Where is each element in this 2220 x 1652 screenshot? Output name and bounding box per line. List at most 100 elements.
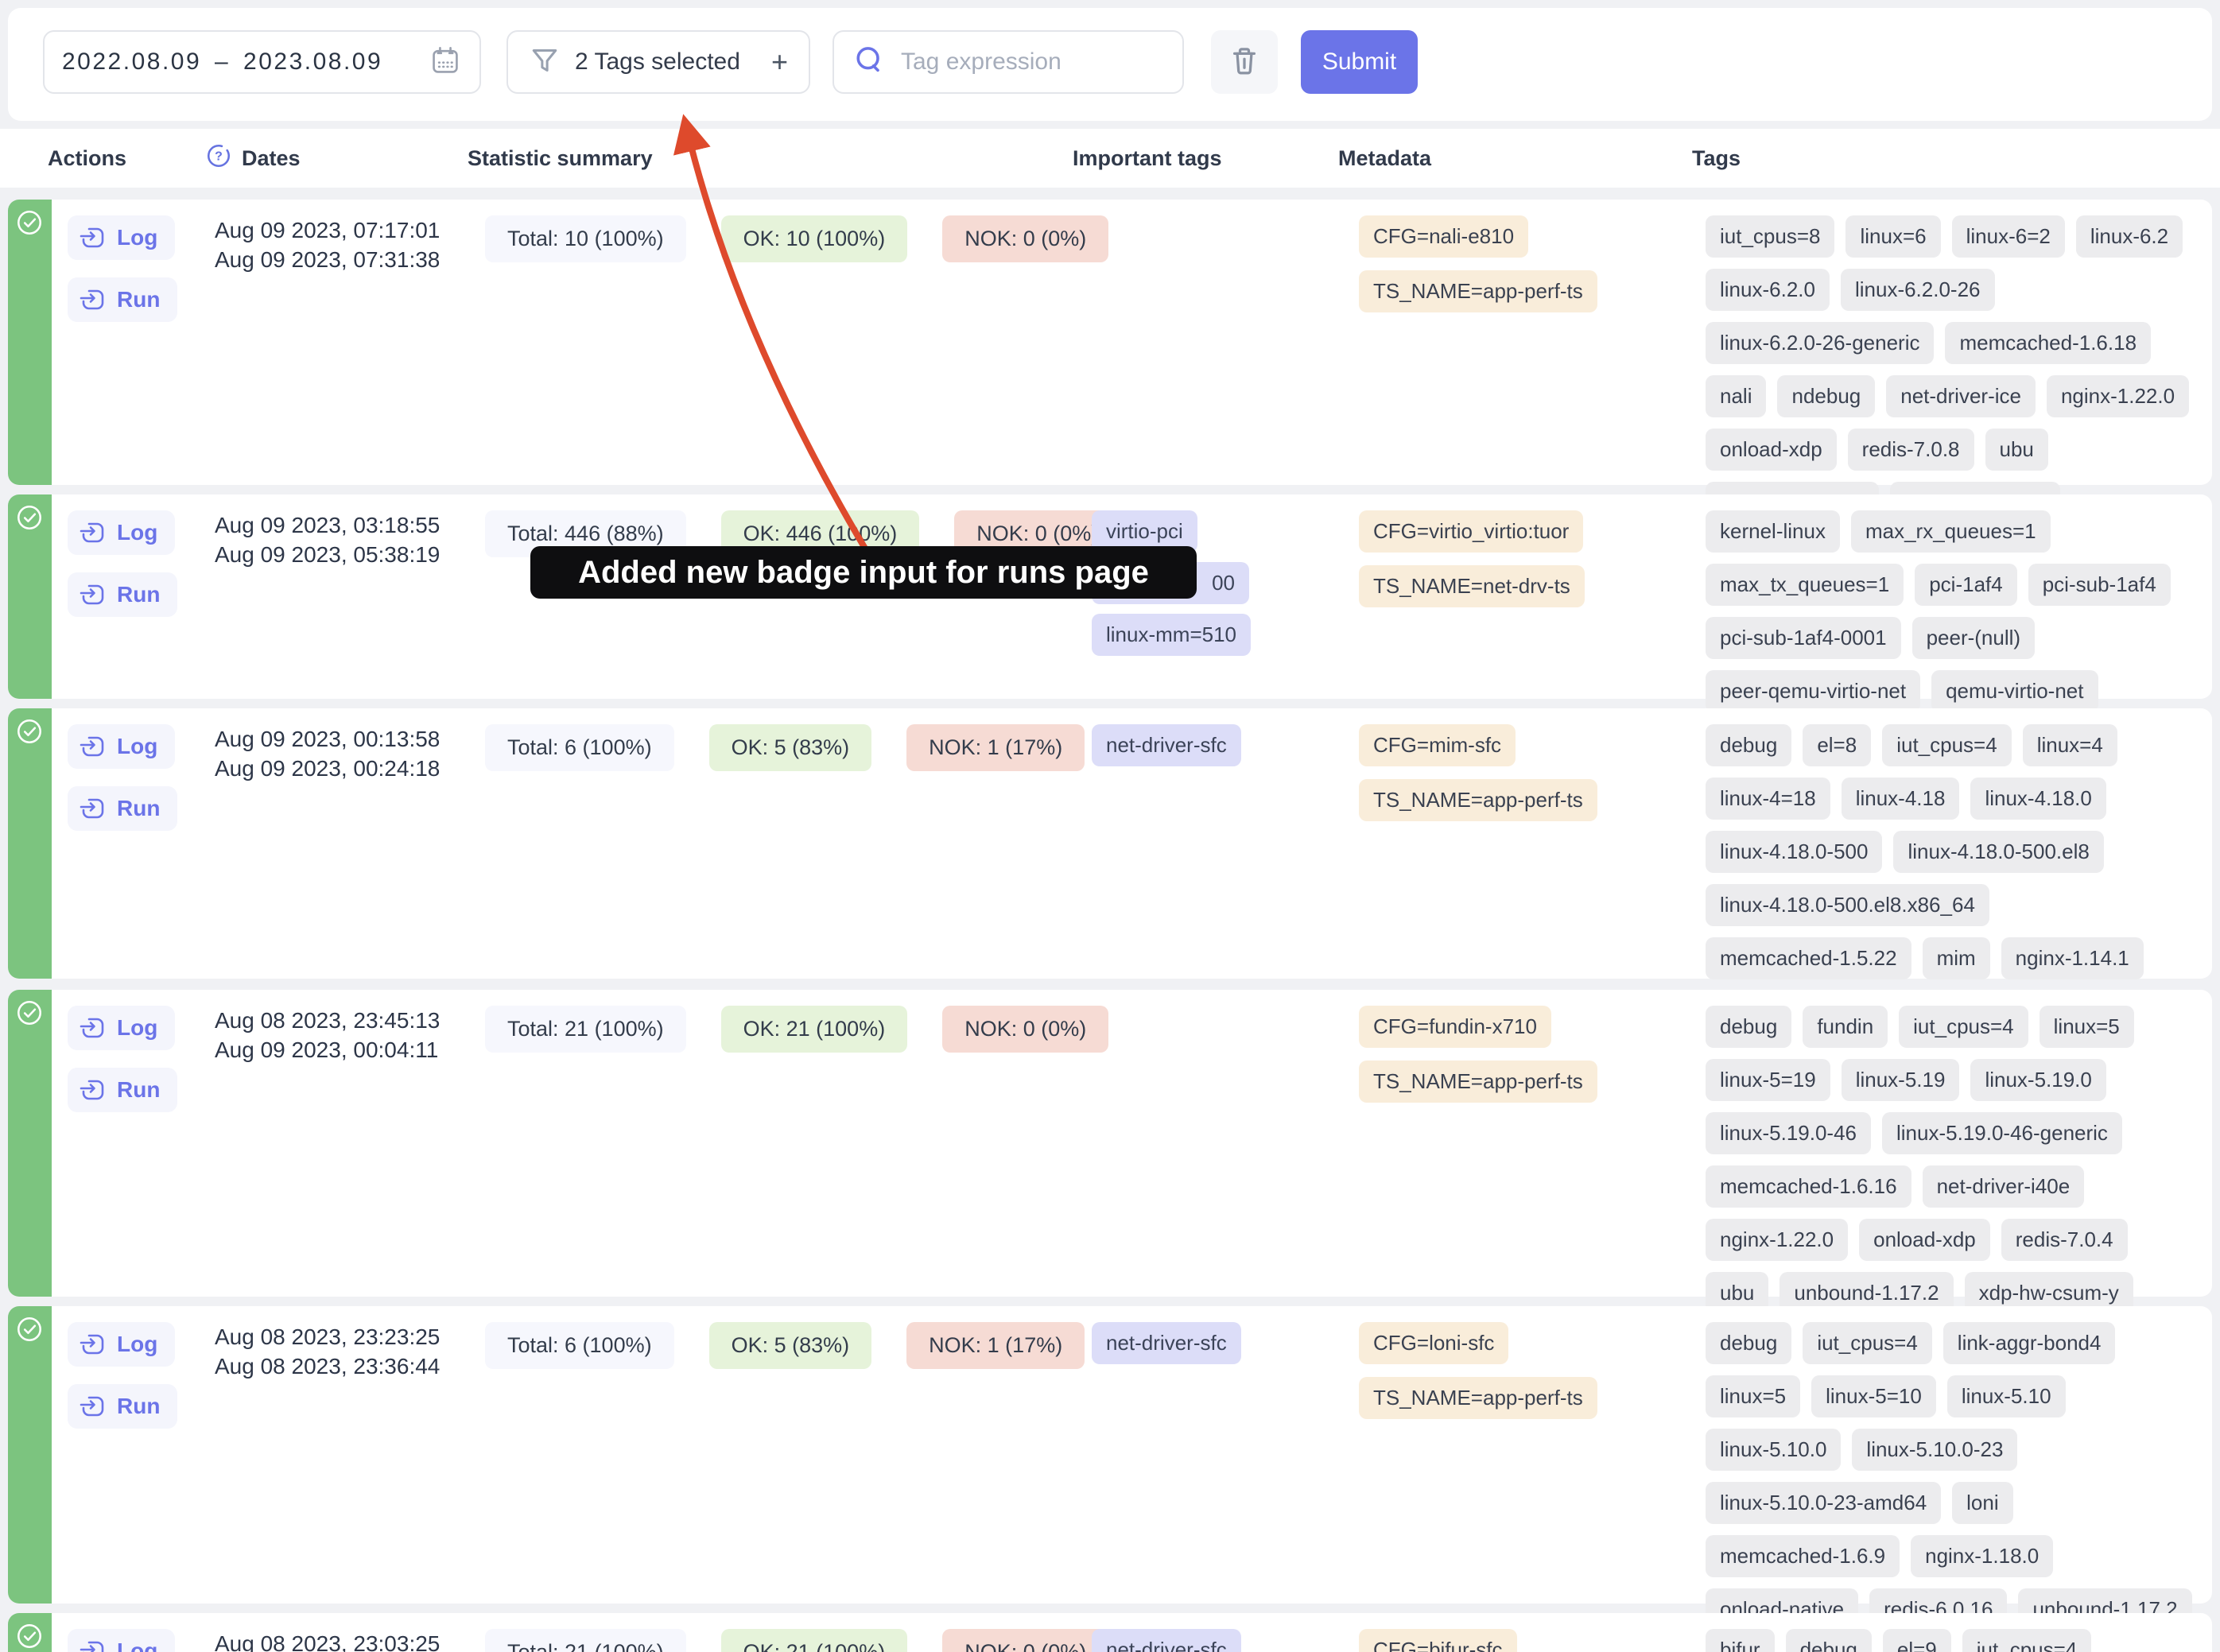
tag-expression-search[interactable]	[832, 30, 1184, 94]
tag-badge[interactable]: nginx-1.14.1	[2001, 937, 2144, 979]
metadata-badge[interactable]: CFG=virtio_virtio:tuor	[1359, 510, 1583, 553]
tag-badge[interactable]: linux-6.2.0	[1706, 269, 1830, 311]
tag-badge[interactable]: linux-5=19	[1706, 1059, 1830, 1101]
tag-badge[interactable]: linux-5.10	[1947, 1375, 2066, 1417]
tag-badge[interactable]: ndebug	[1777, 375, 1875, 417]
tag-badge[interactable]: linux-5.19.0-46-generic	[1882, 1112, 2122, 1154]
tag-badge[interactable]: memcached-1.5.22	[1706, 937, 1911, 979]
run-button[interactable]: Run	[68, 786, 177, 831]
tag-badge[interactable]: bifur	[1706, 1629, 1775, 1652]
tag-badge[interactable]: iut_cpus=4	[1962, 1629, 2091, 1652]
tag-badge[interactable]: memcached-1.6.18	[1945, 322, 2151, 364]
tag-badge[interactable]: redis-7.0.8	[1848, 429, 1974, 471]
tag-badge[interactable]: debug	[1706, 1322, 1791, 1364]
log-button[interactable]: Log	[68, 724, 175, 769]
metadata-badge[interactable]: TS_NAME=app-perf-ts	[1359, 270, 1597, 312]
tag-badge[interactable]: linux-5=10	[1811, 1375, 1936, 1417]
tag-badge[interactable]: linux-4.18	[1842, 778, 1960, 820]
metadata-badge[interactable]: CFG=bifur-sfc	[1359, 1629, 1517, 1652]
tag-badge[interactable]: max_rx_queues=1	[1851, 510, 2051, 553]
tag-badge[interactable]: nginx-1.18.0	[1911, 1535, 2053, 1577]
tag-badge[interactable]: linux-5.10.0-23	[1852, 1429, 2017, 1471]
tag-badge[interactable]: max_tx_queues=1	[1706, 564, 1904, 606]
metadata-badge[interactable]: CFG=mim-sfc	[1359, 724, 1516, 766]
tag-badge[interactable]: fundin	[1803, 1006, 1888, 1048]
tag-badge[interactable]: iut_cpus=4	[1803, 1322, 1931, 1364]
add-tag-icon[interactable]: +	[771, 45, 788, 79]
tag-badge[interactable]: pci-sub-1af4-0001	[1706, 617, 1901, 659]
tag-badge[interactable]: linux-4.18.0-500	[1706, 831, 1882, 873]
important-tag-badge[interactable]: net-driver-sfc	[1092, 724, 1241, 766]
important-tag-badge[interactable]: net-driver-sfc	[1092, 1629, 1241, 1652]
tag-badge[interactable]: onload-xdp	[1859, 1219, 1990, 1261]
tag-badge[interactable]: linux-4.18.0-500.el8	[1893, 831, 2103, 873]
tag-badge[interactable]: onload-xdp	[1706, 429, 1837, 471]
tag-badge[interactable]: linux-6.2	[2076, 215, 2183, 258]
help-icon[interactable]: ?	[205, 142, 232, 175]
tag-badge[interactable]: nginx-1.22.0	[1706, 1219, 1848, 1261]
tag-badge[interactable]: nali	[1706, 375, 1766, 417]
tag-badge[interactable]: linux-5.19.0	[1970, 1059, 2106, 1101]
log-button[interactable]: Log	[68, 1629, 175, 1652]
tag-badge[interactable]: net-driver-i40e	[1923, 1165, 2085, 1208]
tag-badge[interactable]: mim	[1923, 937, 1990, 979]
tag-badge[interactable]: el=9	[1883, 1629, 1951, 1652]
tag-badge[interactable]: linux-6.2.0-26-generic	[1706, 322, 1934, 364]
tag-badge[interactable]: pci-sub-1af4	[2028, 564, 2171, 606]
tag-badge[interactable]: linux=5	[2040, 1006, 2134, 1048]
metadata-badge[interactable]: CFG=nali-e810	[1359, 215, 1528, 258]
tag-badge[interactable]: debug	[1786, 1629, 1872, 1652]
tag-badge[interactable]: iut_cpus=4	[1899, 1006, 2028, 1048]
submit-button[interactable]: Submit	[1301, 30, 1418, 94]
metadata-badge[interactable]: CFG=fundin-x710	[1359, 1006, 1551, 1048]
tag-badge[interactable]: pci-1af4	[1915, 564, 2017, 606]
metadata-badge[interactable]: CFG=loni-sfc	[1359, 1322, 1508, 1364]
tag-badge[interactable]: net-driver-ice	[1886, 375, 2036, 417]
tag-badge[interactable]: linux=5	[1706, 1375, 1800, 1417]
log-button[interactable]: Log	[68, 1006, 175, 1050]
tag-badge[interactable]: iut_cpus=4	[1882, 724, 2011, 766]
metadata-badge[interactable]: TS_NAME=net-drv-ts	[1359, 565, 1585, 607]
tag-badge[interactable]: linux-5.19.0-46	[1706, 1112, 1871, 1154]
metadata-badge[interactable]: TS_NAME=app-perf-ts	[1359, 779, 1597, 821]
tag-badge[interactable]: el=8	[1803, 724, 1871, 766]
run-button[interactable]: Run	[68, 1068, 177, 1112]
tag-badge[interactable]: peer-qemu-virtio-net	[1706, 670, 1920, 712]
tag-badge[interactable]: qemu-virtio-net	[1931, 670, 2098, 712]
date-range-picker[interactable]: 2022.08.09 – 2023.08.09	[43, 30, 481, 94]
tag-badge[interactable]: linux-4.18.0	[1970, 778, 2106, 820]
important-tag-badge[interactable]: linux-mm=510	[1092, 614, 1251, 656]
tag-badge[interactable]: peer-(null)	[1912, 617, 2036, 659]
tag-badge[interactable]: linux-5.10.0	[1706, 1429, 1841, 1471]
tag-badge[interactable]: ubu	[1985, 429, 2048, 471]
run-button[interactable]: Run	[68, 1384, 177, 1429]
clear-filters-button[interactable]	[1211, 30, 1278, 94]
search-input[interactable]	[901, 48, 1165, 76]
tags-selected-button[interactable]: 2 Tags selected +	[506, 30, 810, 94]
metadata-badge[interactable]: TS_NAME=app-perf-ts	[1359, 1377, 1597, 1419]
tag-badge[interactable]: linux-4=18	[1706, 778, 1830, 820]
tag-badge[interactable]: debug	[1706, 724, 1791, 766]
tag-badge[interactable]: linux-5.19	[1842, 1059, 1960, 1101]
metadata-badge[interactable]: TS_NAME=app-perf-ts	[1359, 1061, 1597, 1103]
run-button[interactable]: Run	[68, 277, 177, 322]
tag-badge[interactable]: kernel-linux	[1706, 510, 1840, 553]
log-button[interactable]: Log	[68, 215, 175, 260]
tag-badge[interactable]: iut_cpus=8	[1706, 215, 1834, 258]
run-button[interactable]: Run	[68, 572, 177, 617]
tag-badge[interactable]: linux-6=2	[1952, 215, 2065, 258]
tag-badge[interactable]: debug	[1706, 1006, 1791, 1048]
tag-badge[interactable]: nginx-1.22.0	[2047, 375, 2189, 417]
tag-badge[interactable]: linux-6.2.0-26	[1841, 269, 1995, 311]
tag-badge[interactable]: memcached-1.6.16	[1706, 1165, 1911, 1208]
log-button[interactable]: Log	[68, 1322, 175, 1367]
tag-badge[interactable]: linux=4	[2023, 724, 2117, 766]
tag-badge[interactable]: loni	[1952, 1482, 2012, 1524]
tag-badge[interactable]: link-aggr-bond4	[1943, 1322, 2116, 1364]
tag-badge[interactable]: memcached-1.6.9	[1706, 1535, 1900, 1577]
tag-badge[interactable]: linux=6	[1845, 215, 1940, 258]
tag-badge[interactable]: redis-7.0.4	[2001, 1219, 2128, 1261]
calendar-icon[interactable]	[429, 44, 462, 81]
tag-badge[interactable]: linux-5.10.0-23-amd64	[1706, 1482, 1941, 1524]
tag-badge[interactable]: linux-4.18.0-500.el8.x86_64	[1706, 884, 1989, 926]
